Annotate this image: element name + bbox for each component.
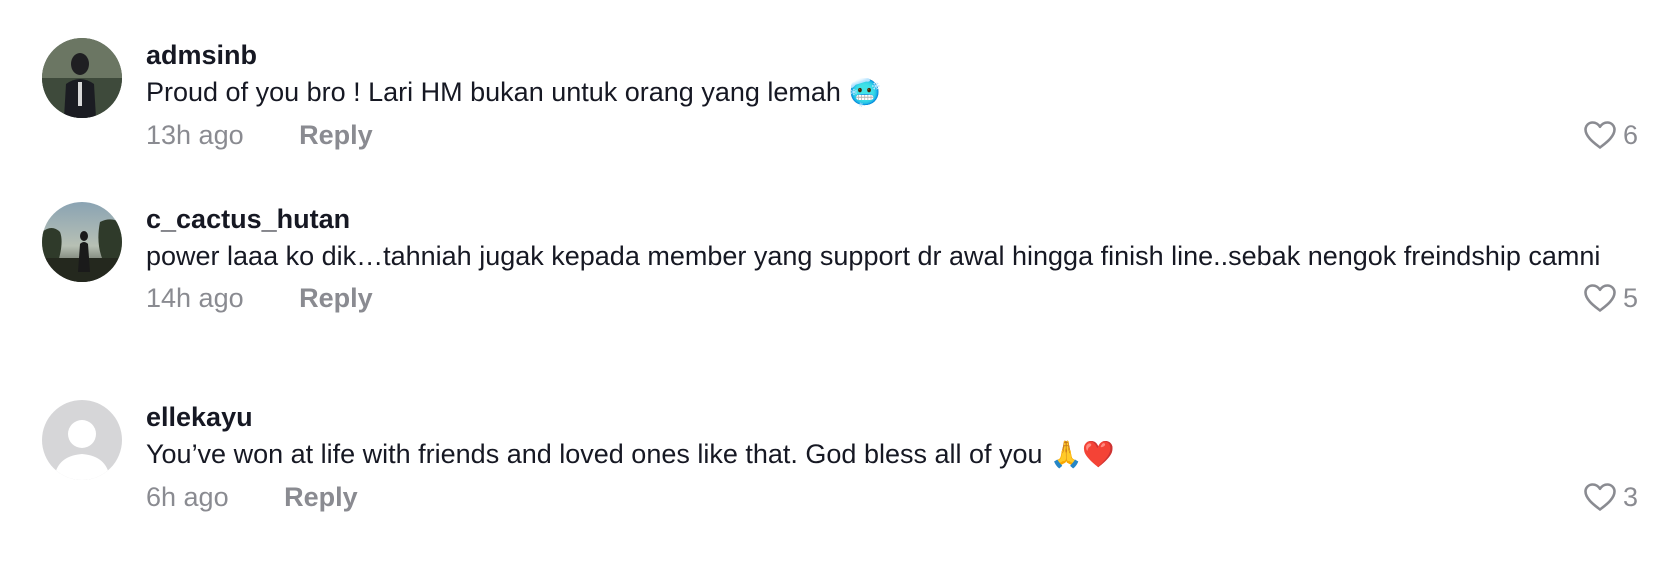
comment-meta: 14h ago Reply 5 [146,278,1638,318]
like-button[interactable]: 3 [1583,477,1638,517]
reply-button[interactable]: Reply [299,115,373,155]
avatar[interactable] [42,400,122,480]
comment-body: ellekayu You’ve won at life with friends… [146,400,1638,517]
like-count: 6 [1622,120,1638,150]
like-button[interactable]: 6 [1583,115,1638,155]
comment-text-content: You’ve won at life with friends and love… [146,439,1043,469]
comment-text: power laaa ko dik…tahniah jugak kepada m… [146,238,1636,274]
comment-username[interactable]: c_cactus_hutan [146,202,1638,236]
avatar-photo-icon [42,202,122,282]
comment-username[interactable]: ellekayu [146,400,1638,434]
comment-username[interactable]: admsinb [146,38,1638,72]
comment-timestamp: 6h ago [146,482,229,512]
like-count: 3 [1622,482,1638,512]
comment-text: Proud of you bro ! Lari HM bukan untuk o… [146,74,1636,111]
like-button[interactable]: 5 [1583,278,1638,318]
cold-face-emoji-icon: 🥶 [848,78,881,108]
comment-list: admsinb Proud of you bro ! Lari HM bukan… [0,0,1668,588]
heart-outline-icon [1584,483,1616,511]
like-count: 5 [1622,283,1638,313]
comment-text: You’ve won at life with friends and love… [146,436,1636,473]
comment-meta: 6h ago Reply 3 [146,477,1638,517]
heart-outline-icon [1584,284,1616,312]
reply-button[interactable]: Reply [299,278,373,318]
reply-button[interactable]: Reply [284,477,358,517]
comment-body: c_cactus_hutan power laaa ko dik…tahniah… [146,202,1638,318]
comment-meta: 13h ago Reply 6 [146,115,1638,155]
comment-timestamp: 13h ago [146,120,244,150]
comment-body: admsinb Proud of you bro ! Lari HM bukan… [146,38,1638,155]
default-avatar-icon [42,400,122,480]
avatar[interactable] [42,38,122,118]
praying-hands-heart-emoji-icon: 🙏❤️ [1050,440,1115,470]
avatar[interactable] [42,202,122,282]
avatar-photo-icon [42,38,122,118]
comment-text-content: power laaa ko dik…tahniah jugak kepada m… [146,241,1601,271]
heart-outline-icon [1584,121,1616,149]
comment-text-content: Proud of you bro ! Lari HM bukan untuk o… [146,77,841,107]
comment-timestamp: 14h ago [146,283,244,313]
